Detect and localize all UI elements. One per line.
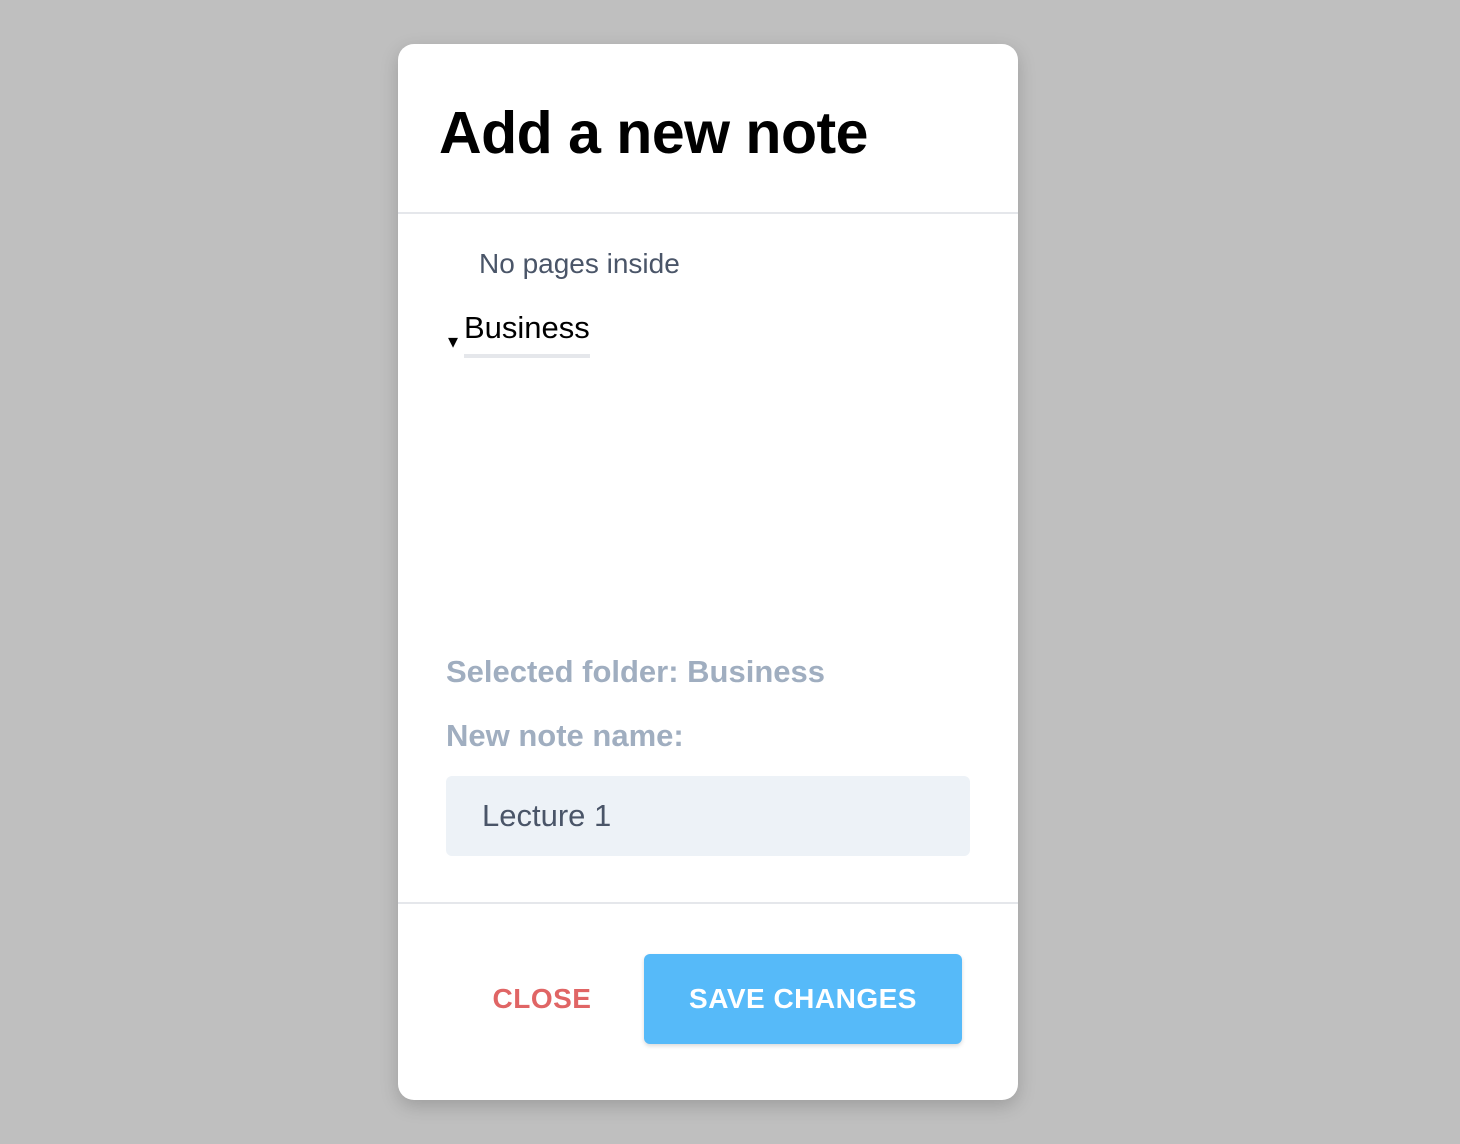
folder-name[interactable]: Business [464,308,590,358]
modal-body: ▾ Business No pages inside Selected fold… [398,214,1018,904]
save-changes-button[interactable]: SAVE CHANGES [644,954,962,1044]
modal-header: Add a new note [398,44,1018,214]
caret-down-icon[interactable]: ▾ [448,326,464,358]
note-name-label: New note name: [446,718,684,753]
note-name-input[interactable] [446,776,970,856]
empty-folder-message: No pages inside [479,248,680,279]
selected-folder-label: Selected folder: Business [446,654,826,689]
modal-footer: CLOSE SAVE CHANGES [398,904,1018,1100]
add-note-modal: Add a new note ▾ Business No pages insid… [398,44,1018,1100]
folder-tree-item-business[interactable]: ▾ Business [448,308,590,358]
modal-title: Add a new note [439,100,868,166]
close-button[interactable]: CLOSE [458,954,626,1044]
